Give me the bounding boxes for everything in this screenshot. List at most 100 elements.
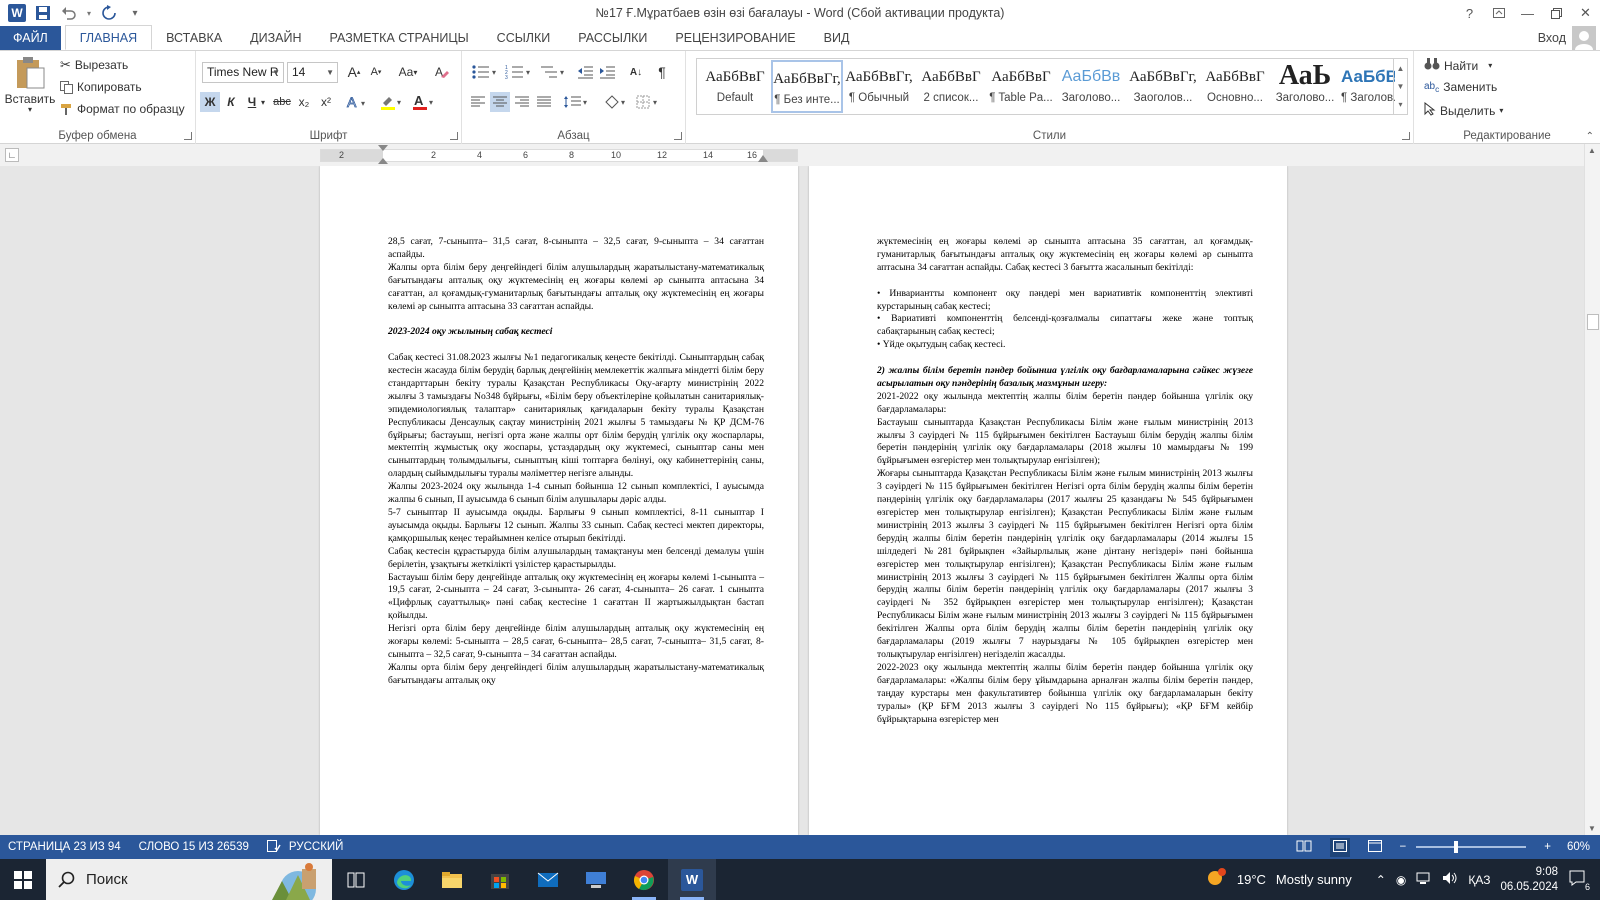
justify-icon[interactable] <box>534 92 554 112</box>
weather-description[interactable]: Mostly sunny <box>1276 872 1352 887</box>
change-case-icon[interactable]: Aa ▾ <box>394 62 422 82</box>
zoom-slider-knob[interactable] <box>1454 841 1459 853</box>
numbering-icon[interactable]: 1 2 3 ▾ <box>504 62 534 82</box>
clock[interactable]: 9:08 06.05.2024 <box>1500 865 1558 895</box>
volume-icon[interactable] <box>1442 871 1458 888</box>
language-status[interactable]: РУССКИЙ <box>289 841 344 853</box>
document-paragraph[interactable]: 28,5 сағат, 7-сыныпта– 31,5 сағат, 8-сын… <box>388 236 764 262</box>
customize-qat-icon[interactable]: ▾ <box>124 2 146 24</box>
find-button[interactable]: Найти ▾ <box>1424 57 1492 74</box>
document-paragraph[interactable] <box>877 352 1253 365</box>
document-paragraph[interactable]: Жалпы орта білім беру деңгейіндегі білім… <box>388 662 764 688</box>
edge-browser-icon[interactable] <box>380 859 428 900</box>
document-paragraph[interactable]: 5-7 сыныптар II ауысымда оқыды. Барлығы … <box>388 507 764 546</box>
grow-font-icon[interactable]: A ▴ <box>344 62 364 82</box>
taskbar-search[interactable]: Поиск <box>46 859 332 900</box>
document-paragraph[interactable] <box>388 339 764 352</box>
network-icon[interactable] <box>1416 871 1432 888</box>
zoom-out-icon[interactable]: − <box>1400 841 1407 853</box>
document-paragraph[interactable]: 2022-2023 оқу жылында мектептің жалпы бі… <box>877 662 1253 727</box>
document-paragraph[interactable]: 2021-2022 оқу жылында мектептің жалпы бі… <box>877 391 1253 417</box>
sort-icon[interactable]: A↓ <box>626 62 646 82</box>
align-center-icon[interactable] <box>490 92 510 112</box>
document-paragraph[interactable] <box>388 313 764 326</box>
tab-design[interactable]: ДИЗАЙН <box>236 26 315 50</box>
text-effects-icon[interactable]: A ▾ <box>344 92 372 112</box>
tab-references[interactable]: ССЫЛКИ <box>483 26 565 50</box>
minimize-icon[interactable]: — <box>1513 0 1542 26</box>
collapse-ribbon-icon[interactable]: ⌃ <box>1586 131 1594 142</box>
task-view-icon[interactable] <box>332 859 380 900</box>
chevron-down-icon[interactable]: ▼ <box>1397 82 1405 91</box>
tab-view[interactable]: ВИД <box>810 26 864 50</box>
bullets-icon[interactable]: ▾ <box>470 62 500 82</box>
increase-indent-icon[interactable] <box>598 62 618 82</box>
zoom-slider[interactable] <box>1416 841 1527 853</box>
word-app-icon[interactable]: W <box>6 2 28 24</box>
file-explorer-icon[interactable] <box>428 859 476 900</box>
notifications-icon[interactable]: 6 <box>1568 869 1590 892</box>
page-count-status[interactable]: СТРАНИЦА 23 ИЗ 94 <box>8 841 121 853</box>
location-icon[interactable]: ◉ <box>1396 873 1406 887</box>
document-paragraph[interactable]: Бастауыш білім беру деңгейінде апталық о… <box>388 572 764 624</box>
style-normal[interactable]: АаБбВвГг, ¶ Обычный <box>843 60 915 113</box>
style-default[interactable]: АаБбВвГ Default <box>699 60 771 113</box>
font-size-combo[interactable]: 14 ▼ <box>287 62 338 83</box>
document-paragraph[interactable]: • Вариативті компоненттің белсенді-қозға… <box>877 313 1253 339</box>
style-list-2[interactable]: АаБбВвГ 2 список... <box>915 60 987 113</box>
document-paragraph[interactable]: • Үйде оқытудың сабақ кестесі. <box>877 339 1253 352</box>
tab-mailings[interactable]: РАССЫЛКИ <box>564 26 661 50</box>
read-mode-icon[interactable] <box>1296 840 1312 855</box>
close-icon[interactable]: ✕ <box>1571 0 1600 26</box>
chevron-up-icon[interactable]: ⌃ <box>1376 873 1386 887</box>
more-styles-icon[interactable]: ▾ <box>1398 100 1402 109</box>
avatar[interactable] <box>1572 26 1596 50</box>
document-paragraph[interactable]: Жалпы 2023-2024 оқу жылында 1-4 сынып бо… <box>388 481 764 507</box>
sign-in-link[interactable]: Вход <box>1538 26 1566 50</box>
style-title[interactable]: АаЬ Заголово... <box>1269 60 1341 113</box>
tab-layout[interactable]: РАЗМЕТКА СТРАНИЦЫ <box>316 26 483 50</box>
shrink-font-icon[interactable]: A ▾ <box>366 62 386 82</box>
restore-icon[interactable] <box>1542 0 1571 26</box>
word-count-status[interactable]: СЛОВО 15 ИЗ 26539 <box>139 841 249 853</box>
print-layout-icon[interactable] <box>1329 837 1350 857</box>
clear-format-icon[interactable]: A <box>432 62 452 82</box>
paragraph-launcher-icon[interactable] <box>674 132 682 140</box>
help-icon[interactable]: ? <box>1455 0 1484 26</box>
chevron-up-icon[interactable]: ▲ <box>1397 64 1405 73</box>
tab-insert[interactable]: ВСТАВКА <box>152 26 236 50</box>
scroll-up-icon[interactable]: ▲ <box>1588 146 1596 155</box>
font-name-combo[interactable]: Times New R ▼ <box>202 62 284 83</box>
document-paragraph[interactable]: Бастауыш сыныптарда Қазақстан Республика… <box>877 417 1253 469</box>
decrease-indent-icon[interactable] <box>576 62 596 82</box>
line-spacing-icon[interactable]: ▾ <box>562 92 590 112</box>
right-indent-icon[interactable] <box>758 155 768 162</box>
superscript-button[interactable]: x² <box>316 92 336 112</box>
ribbon-display-icon[interactable] <box>1484 0 1513 26</box>
style-no-spacing[interactable]: АаБбВвГг, ¶ Без инте... <box>771 60 843 113</box>
document-paragraph[interactable]: Жоғары сыныптарда Қазақстан Республикасы… <box>877 468 1253 662</box>
word-taskbar-icon[interactable]: W <box>668 859 716 900</box>
paste-button[interactable]: Вставить ▾ <box>5 56 55 114</box>
document-paragraph[interactable]: Сабақ кестесі 31.08.2023 жылғы №1 педаго… <box>388 352 764 481</box>
document-paragraph[interactable]: 2) жалпы білім беретін пәндер бойынша үл… <box>877 365 1253 391</box>
document-area[interactable]: 28,5 сағат, 7-сыныпта– 31,5 сағат, 8-сын… <box>0 166 1584 835</box>
tab-home[interactable]: ГЛАВНАЯ <box>64 25 153 50</box>
document-paragraph[interactable]: 2023-2024 оқу жылының сабақ кестесі <box>388 326 764 339</box>
subscript-button[interactable]: x₂ <box>294 92 314 112</box>
undo-icon[interactable] <box>58 2 80 24</box>
borders-icon[interactable]: ▾ <box>634 92 662 112</box>
align-right-icon[interactable] <box>512 92 532 112</box>
style-heading-3[interactable]: АаБбВ:¶ Заголов... <box>1341 60 1395 113</box>
style-table-paragraph[interactable]: АаБбВвГ ¶ Table Pa... <box>985 60 1057 113</box>
undo-dropdown-icon[interactable]: ▾ <box>84 2 94 24</box>
styles-scroll[interactable]: ▲ ▼ ▾ <box>1393 59 1407 114</box>
copy-button[interactable]: Копировать <box>60 80 142 94</box>
vertical-scrollbar[interactable]: ▲ ▼ <box>1584 144 1600 835</box>
tab-selector-icon[interactable]: ∟ <box>5 148 19 162</box>
document-paragraph[interactable] <box>877 275 1253 288</box>
align-left-icon[interactable] <box>468 92 488 112</box>
page-left-text[interactable]: 28,5 сағат, 7-сыныпта– 31,5 сағат, 8-сын… <box>388 236 764 688</box>
multilevel-list-icon[interactable]: ▾ <box>538 62 568 82</box>
web-layout-icon[interactable] <box>1367 839 1382 855</box>
